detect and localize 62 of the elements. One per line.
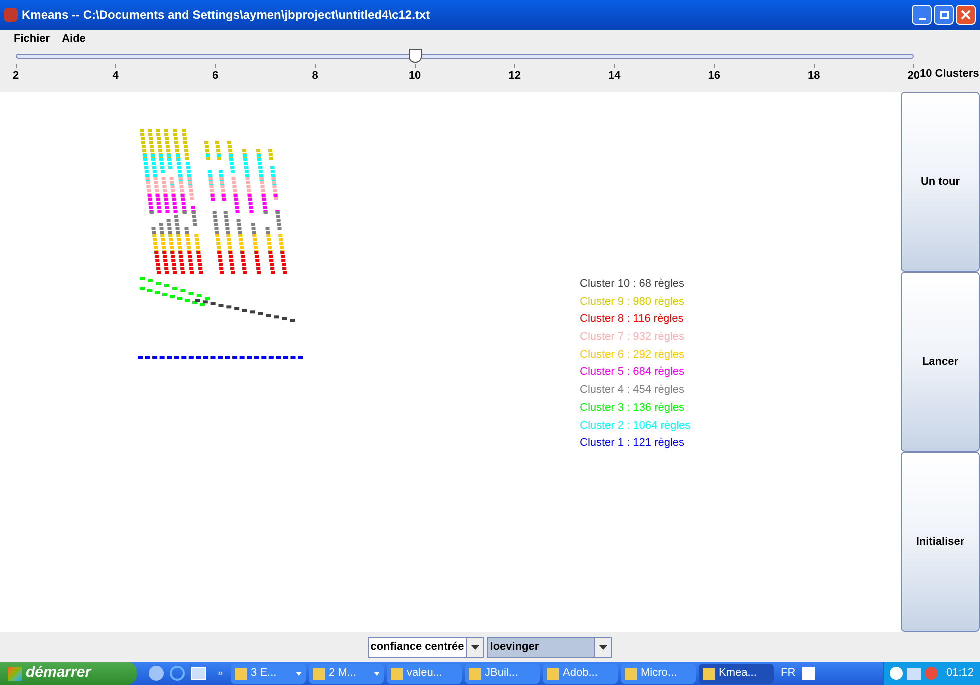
legend-entry: Cluster 6 : 292 règles: [580, 348, 686, 363]
app-icon: [703, 668, 716, 680]
legend-entry: Cluster 4 : 454 règles: [580, 383, 686, 398]
legend-entry: Cluster 5 : 684 règles: [580, 365, 686, 380]
action-button[interactable]: Lancer: [901, 272, 980, 452]
app-icon: [235, 668, 248, 680]
legend-entry: Cluster 10 : 68 règles: [580, 277, 686, 292]
combo-box[interactable]: confiance centrée: [368, 636, 484, 658]
legend-entry: Cluster 3 : 136 règles: [580, 400, 686, 416]
tick-label: 8: [312, 69, 318, 84]
combo-value: loevinger: [489, 640, 540, 655]
restore-icon: [940, 11, 948, 19]
app-icon: [469, 668, 482, 680]
tick-label: 14: [608, 69, 621, 84]
taskbar-button[interactable]: Micro...: [621, 664, 696, 684]
tick-label: 4: [112, 69, 119, 84]
windows-logo-icon: [8, 666, 22, 680]
legend-entry: Cluster 1 : 121 règles: [580, 436, 686, 452]
minimize-icon: [918, 18, 926, 20]
legend-entry: Cluster 8 : 116 règles: [580, 312, 685, 328]
clock-text: 01:12: [946, 666, 974, 682]
action-button[interactable]: Initialiser: [901, 452, 980, 632]
slider-thumb[interactable]: [409, 49, 422, 63]
close-button[interactable]: [956, 5, 976, 25]
tray-icon[interactable]: [890, 667, 904, 680]
minimize-button[interactable]: [912, 5, 932, 25]
legend-entry: Cluster 7 : 932 règles: [580, 330, 686, 346]
taskbar-button[interactable]: 2 M...: [309, 664, 384, 684]
taskbar-button[interactable]: JBuil...: [465, 664, 540, 684]
slider-track[interactable]: [16, 49, 914, 63]
dropdown-arrow-icon[interactable]: [296, 672, 302, 676]
menu-item[interactable]: Aide: [62, 30, 86, 48]
action-button[interactable]: Un tour: [901, 92, 980, 272]
tick-label: 6: [212, 69, 219, 84]
start-button[interactable]: démarrer: [0, 662, 137, 685]
tick-label: 20: [908, 69, 920, 84]
app-icon: [625, 668, 638, 680]
language-indicator[interactable]: FR: [781, 665, 796, 682]
quick-launch-icon[interactable]: [149, 666, 164, 681]
restore-button[interactable]: [934, 5, 954, 25]
tick-label: 12: [508, 69, 521, 84]
dropdown-arrow-icon[interactable]: [374, 672, 380, 676]
close-icon: [961, 10, 971, 20]
combo-box[interactable]: loevinger: [487, 636, 612, 658]
tick-label: 2: [12, 69, 20, 84]
app-icon: [547, 668, 560, 680]
combo-value: confiance centrée: [370, 640, 466, 655]
app-icon: [313, 668, 326, 680]
more-chevron[interactable]: »: [218, 666, 224, 680]
app-icon: [391, 668, 404, 680]
tick-label: 18: [808, 69, 820, 84]
menu-item[interactable]: Fichier: [14, 30, 50, 48]
taskbar-button[interactable]: 3 E...: [231, 664, 306, 684]
taskbar-button[interactable]: Kmea...: [699, 664, 774, 684]
tick-label: 16: [708, 69, 720, 84]
window-title: Kmeans -- C:\Documents and Settings\aymen\jbproject\untitled4\c12.txt: [22, 7, 432, 24]
taskbar-button[interactable]: Adob...: [543, 664, 618, 684]
legend-entry: Cluster 2 : 1064 règles: [580, 418, 692, 434]
app-icon: [4, 8, 18, 22]
legend-entry: Cluster 9 : 980 règles: [580, 294, 686, 310]
tick-label: 10: [408, 69, 422, 84]
taskbar-button[interactable]: valeu...: [387, 664, 462, 684]
